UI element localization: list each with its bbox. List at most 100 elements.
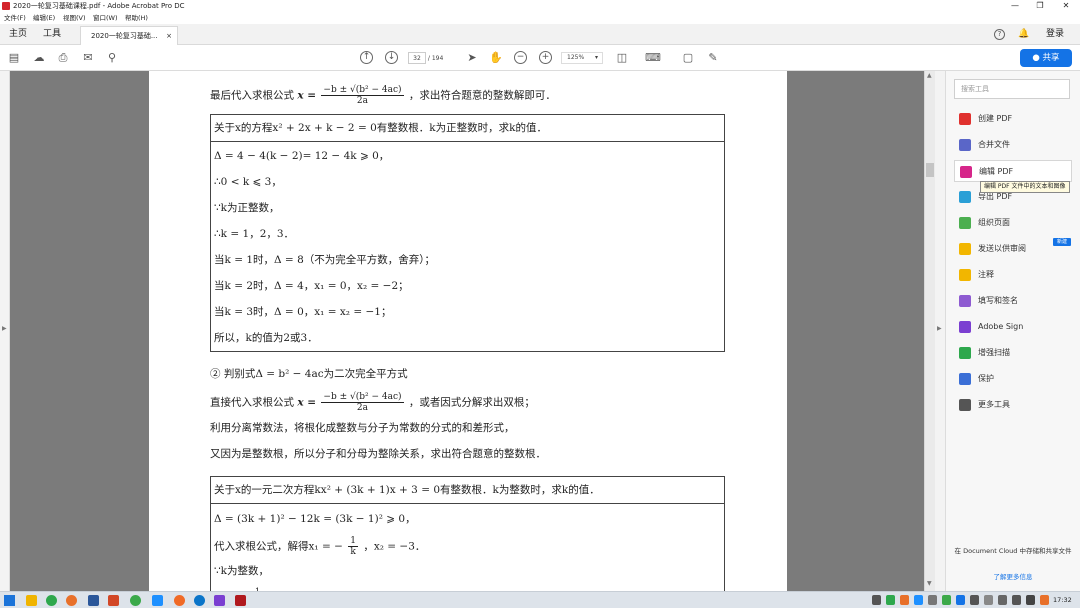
adobe-sign-icon: [959, 321, 971, 333]
tool-organize-pages[interactable]: 组织页面: [954, 212, 1072, 234]
tool-more-tools[interactable]: 更多工具: [954, 394, 1072, 416]
zoom-select[interactable]: 125% ▾: [561, 52, 603, 64]
volume-icon[interactable]: [1012, 595, 1021, 605]
cloud-upload-icon[interactable]: ☁: [31, 50, 47, 66]
pdf-text: ，求出符合题意的整数解即可．: [408, 89, 556, 102]
keyboard-icon[interactable]: ⌨: [645, 50, 661, 66]
tray-icon[interactable]: [914, 595, 923, 605]
document-area[interactable]: ▶ 最后代入求根公式 x = −b ± √(b² − 4ac) 2a ，求出符合…: [0, 71, 935, 591]
tool-adobe-sign[interactable]: Adobe Sign: [954, 316, 1072, 338]
next-page-icon[interactable]: ↓: [385, 51, 398, 64]
tab-home[interactable]: 主页: [9, 24, 27, 45]
zoom-in-icon[interactable]: +: [539, 51, 552, 64]
battery-icon[interactable]: [984, 595, 993, 605]
scrollbar-thumb[interactable]: [926, 163, 934, 177]
scroll-up-icon[interactable]: ▲: [927, 72, 932, 79]
chrome-icon[interactable]: [46, 595, 57, 606]
hand-tool-icon[interactable]: ✋: [488, 50, 504, 66]
tray-icon[interactable]: [970, 595, 979, 605]
app-icon[interactable]: [214, 595, 225, 606]
ime-icon[interactable]: [1026, 595, 1035, 605]
tray-icon[interactable]: [872, 595, 881, 605]
tool-protect[interactable]: 保护: [954, 368, 1072, 390]
close-button[interactable]: ✕: [1057, 0, 1075, 12]
tray-icon[interactable]: [1040, 595, 1049, 605]
solution-line: 代入求根公式，解得x₁ = − 1 k ，x₂ = −3．: [214, 536, 425, 557]
menu-file[interactable]: 文件(F): [4, 12, 26, 24]
menu-window[interactable]: 窗口(W): [93, 12, 118, 24]
page-view-icon[interactable]: ◫: [614, 50, 630, 66]
tray-icon[interactable]: [928, 595, 937, 605]
zoom-out-icon[interactable]: −: [514, 51, 527, 64]
print-icon[interactable]: ⎙: [55, 50, 71, 66]
file-explorer-icon[interactable]: [26, 595, 37, 606]
app-icon[interactable]: [152, 595, 163, 606]
tool-enhance-scan[interactable]: 增强扫描: [954, 342, 1072, 364]
prev-page-icon[interactable]: ↑: [360, 51, 373, 64]
tab-tools[interactable]: 工具: [43, 24, 61, 45]
tool-label: 编辑 PDF: [979, 167, 1014, 176]
bell-icon[interactable]: 🔔: [1018, 28, 1030, 40]
menu-edit[interactable]: 编辑(E): [33, 12, 55, 24]
tool-comment[interactable]: 注释: [954, 264, 1072, 286]
right-panel-strip: ▶: [935, 71, 946, 591]
fraction: 1 k: [348, 536, 358, 557]
pdf-math: x =: [297, 396, 317, 409]
powerpoint-icon[interactable]: [108, 595, 119, 606]
help-icon[interactable]: ?: [994, 29, 1005, 40]
tray-icon[interactable]: [886, 595, 895, 605]
restore-button[interactable]: ❐: [1031, 0, 1049, 12]
wechat-icon[interactable]: [130, 595, 141, 606]
tray-icon[interactable]: [942, 595, 951, 605]
select-cursor-icon[interactable]: ➤: [464, 50, 480, 66]
network-icon[interactable]: [998, 595, 1007, 605]
tool-label: 增强扫描: [978, 348, 1010, 357]
collapse-right-icon[interactable]: ▶: [937, 325, 942, 332]
tool-create-pdf[interactable]: 创建 PDF: [954, 108, 1072, 130]
search-app-icon[interactable]: [66, 595, 77, 606]
expand-left-icon[interactable]: ▶: [2, 325, 7, 332]
tool-label: 组织页面: [978, 218, 1010, 227]
tray-icon[interactable]: [956, 595, 965, 605]
fraction-denominator: k: [350, 547, 356, 557]
example-header-2: 关于x的一元二次方程kx² + (3k + 1)x + 3 = 0有整数根．k为…: [211, 477, 724, 504]
acrobat-taskbar-icon[interactable]: [235, 595, 246, 606]
tools-search-input[interactable]: 搜索工具: [954, 79, 1070, 99]
nav-row: 主页 工具 2020一轮复习基础... × ? 🔔 登录: [0, 24, 1080, 45]
sign-pen-icon[interactable]: ✎: [705, 50, 721, 66]
menu-view[interactable]: 视图(V): [63, 12, 86, 24]
minimize-button[interactable]: —: [1006, 0, 1024, 12]
app-icon[interactable]: [194, 595, 205, 606]
email-icon[interactable]: ✉: [80, 50, 96, 66]
learn-more-link[interactable]: 了解更多信息: [948, 571, 1078, 581]
solution-line: Δ = (3k + 1)² − 12k = (3k − 1)² ⩾ 0，: [214, 513, 416, 525]
share-button[interactable]: ● 共享: [1020, 49, 1072, 67]
page-number-input[interactable]: 32: [408, 52, 426, 64]
save-icon[interactable]: ▤: [6, 50, 22, 66]
menu-bar: 文件(F) 编辑(E) 视图(V) 窗口(W) 帮助(H): [0, 12, 1080, 24]
search-icon[interactable]: ⚲: [104, 50, 120, 66]
combine-files-icon: [959, 139, 971, 151]
comment-icon[interactable]: ▢: [680, 50, 696, 66]
solution-line: 当k = 1时，Δ = 8（不为完全平方数，舍弃）；: [214, 254, 436, 266]
fraction-numerator: −b ± √(b² − 4ac): [321, 85, 404, 96]
send-review-icon: [959, 243, 971, 255]
root-formula-fraction: −b ± √(b² − 4ac) 2a: [321, 85, 404, 106]
solution-line: ∵k为正整数，: [214, 202, 280, 214]
windows-start-icon[interactable]: [4, 595, 15, 606]
vertical-scrollbar[interactable]: ▲ ▼: [924, 71, 935, 591]
word-icon[interactable]: [88, 595, 99, 606]
tool-combine-files[interactable]: 合并文件: [954, 134, 1072, 156]
menu-help[interactable]: 帮助(H): [125, 12, 148, 24]
document-tab[interactable]: 2020一轮复习基础... ×: [80, 26, 178, 45]
tool-label: 合并文件: [978, 140, 1010, 149]
protect-icon: [959, 373, 971, 385]
pdf-paragraph: 又因为是整数根，所以分子和分母为整除关系，求出符合题意的整数根．: [210, 448, 546, 460]
tool-edit-pdf[interactable]: 编辑 PDF: [954, 160, 1072, 182]
login-link[interactable]: 登录: [1046, 24, 1064, 45]
app-icon[interactable]: [174, 595, 185, 606]
tool-fill-sign[interactable]: 填写和签名: [954, 290, 1072, 312]
tray-icon[interactable]: [900, 595, 909, 605]
close-tab-icon[interactable]: ×: [166, 27, 172, 45]
scroll-down-icon[interactable]: ▼: [927, 580, 932, 587]
